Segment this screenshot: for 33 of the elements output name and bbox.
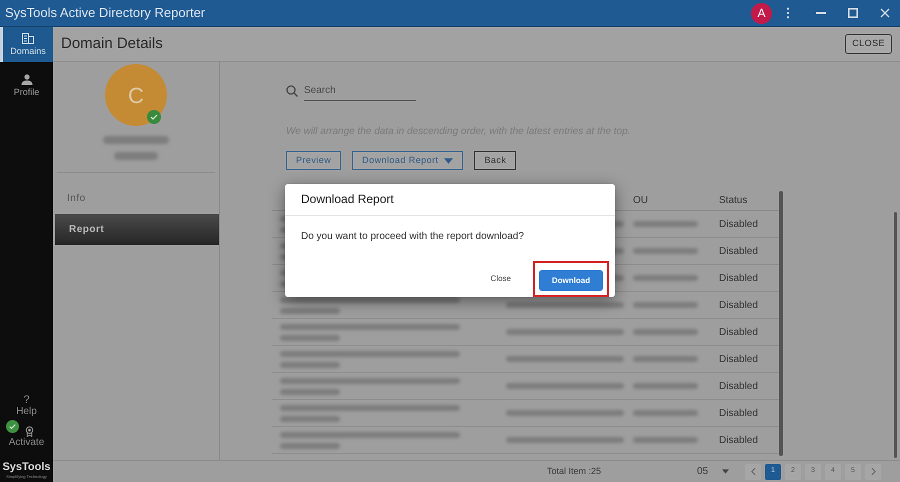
dialog-button[interactable]: Download	[539, 270, 603, 291]
column-header: Status	[719, 194, 748, 208]
table-cell-text: Disabled	[719, 352, 758, 366]
table-cell-text: Disabled	[719, 272, 758, 286]
table-cell-text: Disabled	[719, 380, 758, 394]
avatar-initial: C	[128, 82, 144, 110]
table-cell-text: Disabled	[719, 326, 758, 340]
page-size-select[interactable]: 05	[697, 464, 745, 479]
user-avatar[interactable]: A	[751, 2, 772, 24]
action-button[interactable]: Back	[474, 151, 516, 170]
logo-text: SysTools	[2, 461, 51, 474]
table-cell-text: Disabled	[719, 406, 758, 420]
column-header: OU	[633, 194, 649, 208]
search-field[interactable]: Search	[304, 81, 416, 101]
total-items: Total Item :25	[547, 464, 602, 478]
window-title: SysTools Active Directory Reporter	[5, 4, 206, 22]
side-tab[interactable]: Report	[55, 214, 219, 245]
nav-item[interactable]: Profile	[0, 68, 53, 103]
side-tab[interactable]: Info	[53, 183, 219, 214]
nav-item[interactable]: Domains	[0, 27, 53, 62]
activate-button[interactable]: Activate	[0, 424, 53, 449]
dialog-message: Do you want to proceed with the report download?	[300, 230, 525, 244]
table-cell-text: Disabled	[719, 298, 758, 312]
dropdown-button[interactable]: Download Report	[352, 151, 464, 170]
table-cell-text: Disabled	[719, 434, 758, 448]
table-cell-text: Disabled	[719, 244, 758, 258]
table-cell-text: Disabled	[719, 218, 758, 232]
close-button[interactable]: CLOSE	[845, 34, 892, 54]
dialog-title: Download Report	[301, 191, 394, 208]
dialog-button[interactable]: Close	[482, 272, 519, 285]
action-button[interactable]: Preview	[286, 151, 342, 170]
page-title: Domain Details	[61, 34, 164, 54]
help-button[interactable]: ? Help	[0, 395, 53, 418]
